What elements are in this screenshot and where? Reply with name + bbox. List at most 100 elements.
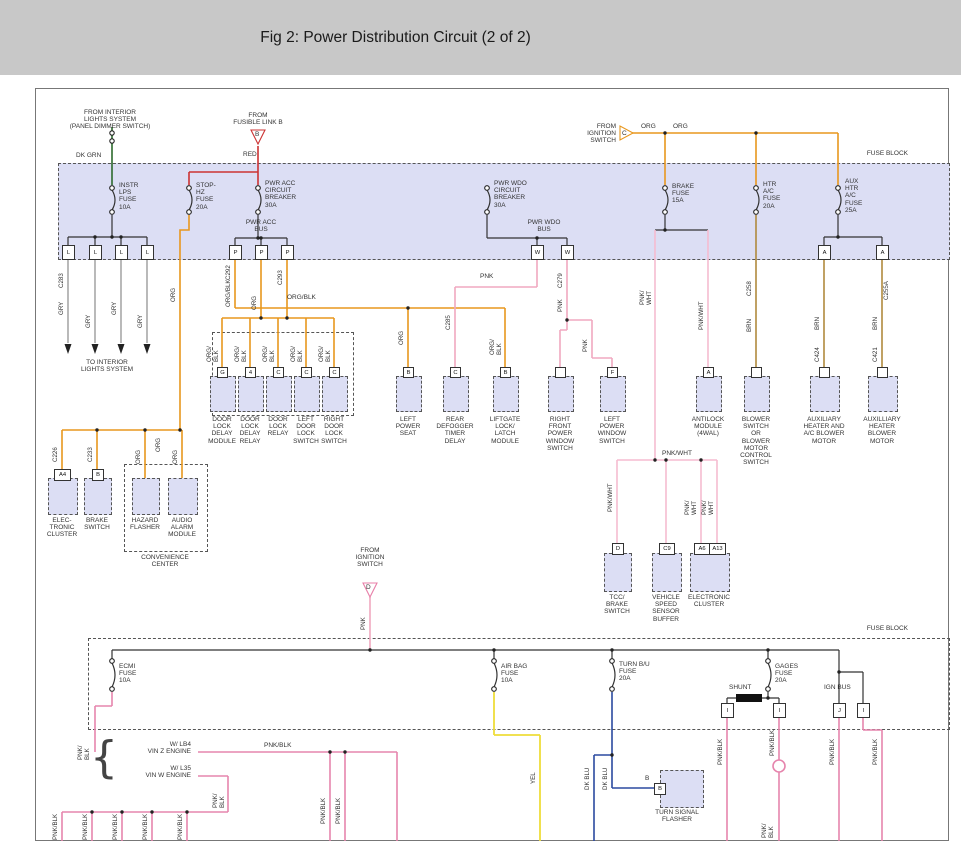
component-label: AUXILIARY HEATER AND A/C BLOWER MOTOR (797, 416, 851, 445)
component-pin (751, 367, 762, 378)
wire-label-pnkblk: PNK/BLK (830, 739, 837, 765)
wire-label-brn: BRN (747, 319, 754, 332)
wire-pnk (370, 258, 612, 650)
convenience-center-label: CONVENIENCE CENTER (133, 554, 197, 568)
component-pin: C (273, 367, 284, 378)
fuse-symbol-brake (663, 186, 668, 215)
component-pin (819, 367, 830, 378)
fuse-label-instr-lps: INSTR LPS FUSE 10A (119, 182, 139, 211)
wire-label-orgblk: ORG/ BLK (263, 346, 277, 362)
connector-label-c255a: C255A (884, 281, 891, 300)
component-label: AUDIO ALARM MODULE (162, 517, 202, 539)
ign-bus-label: IGN BUS (824, 684, 851, 691)
component-box-hazard-flasher (132, 478, 160, 515)
fuse-label-pwr-acc: PWR ACC CIRCUIT BREAKER 30A (265, 180, 296, 209)
triangle-letter-b: B (255, 131, 259, 138)
fuse-block2-pin-i3: I (857, 703, 870, 718)
fuse-symbol-htr-ac (754, 186, 759, 215)
fuse-block-pin-l1: L (62, 245, 75, 260)
component-pin: 4 (245, 367, 256, 378)
fuse-block-pin-l2: L (89, 245, 102, 260)
component-pin (877, 367, 888, 378)
wire-label-pnkwht: PNK/WHT (608, 483, 615, 512)
wire-label-pnkblk: PNK/ BLK (78, 746, 92, 760)
fuse-symbols-top (110, 186, 841, 215)
component-label: LIFTGATE LOCK/ LATCH MODULE (483, 416, 527, 445)
component-pin: A13 (709, 543, 726, 555)
wire-label-brn: BRN (815, 317, 822, 330)
inline-connector-icon (110, 139, 114, 143)
component-box-antilock-module (696, 376, 722, 412)
bus-label-pwr-wdo: PWR WDO BUS (522, 219, 566, 233)
wire-label-pnkblk: PNK/ BLK (762, 824, 776, 838)
component-box-blower-switch (744, 376, 770, 412)
wire-label-pnkblk: PNK/ BLK (213, 794, 227, 808)
breaker-symbol-pwr-acc (256, 186, 261, 215)
fuse-block-pin-p1: P (229, 245, 242, 260)
fuse-label-aux-htr: AUX HTR A/C FUSE 25A (845, 178, 862, 214)
component-pin: D (612, 543, 624, 555)
source-ignition-top: FROM IGNITION SWITCH (576, 123, 616, 145)
engine-variant-2: W/ L35 VIN W ENGINE (106, 765, 191, 779)
wire-label-orgblk: ORG/ BLK (490, 339, 504, 355)
wire-label-pnkwht: PNK/ WHT (640, 291, 654, 305)
bus-label-pwr-acc: PWR ACC BUS (239, 219, 283, 233)
triangle-letter-d: D (366, 584, 371, 591)
fuse-block-pin-a2: A (876, 245, 889, 260)
fuse-block2-pin-i2: I (773, 703, 786, 718)
component-box-rear-defogger (443, 376, 469, 412)
shunt-label: SHUNT (729, 684, 751, 691)
wire-loop-symbol (773, 760, 785, 772)
wire-label-pnkblk-h: PNK/BLK (264, 742, 291, 749)
wire-label-gry: GRY (112, 302, 119, 315)
wire-dk-blu (594, 692, 654, 841)
component-pin: G (217, 367, 228, 378)
fuse-block-pin-p3: P (281, 245, 294, 260)
fuse-block-pin-a1: A (818, 245, 831, 260)
component-label: ELEC- TRONIC CLUSTER (42, 517, 82, 539)
fuse-symbol-air-bag (492, 659, 497, 692)
wire-label-dkblu: DK BLU (603, 768, 610, 790)
component-box-door-lock-delay-relay (238, 376, 264, 412)
wire-label-org: ORG (171, 288, 178, 302)
wire-label-org: ORG (641, 123, 656, 130)
wire-brn (756, 215, 882, 367)
fuse-symbol-ecmi (110, 659, 115, 692)
component-box-aux-heater-ac-blower (810, 376, 840, 412)
component-box-vss-buffer (652, 553, 682, 592)
connector-label-c279: C279 (558, 273, 565, 288)
connector-label-c292: C292 (226, 265, 233, 280)
component-label: TCC/ BRAKE SWITCH (597, 594, 637, 616)
component-label: HAZARD FLASHER (125, 517, 165, 531)
component-pin: B (654, 783, 666, 795)
flasher-pin-callout: B (645, 775, 649, 782)
connector-label-c293: C293 (278, 270, 285, 285)
wire-gry (68, 258, 147, 343)
fuse-label-ecmi: ECMI FUSE 10A (119, 663, 136, 685)
component-pin: F (607, 367, 618, 378)
component-label: BRAKE SWITCH (77, 517, 117, 531)
wire-label-orgblk: ORG/ BLK (235, 346, 249, 362)
fuse-block-top-label: FUSE BLOCK (848, 150, 908, 157)
wire-label-pnkwht: PNK/ WHT (685, 501, 699, 515)
inline-connector-icon (110, 131, 114, 135)
wire-label-org: ORG (136, 450, 143, 464)
component-pin: A6 (694, 543, 710, 555)
fuse-symbol-aux-htr (836, 186, 841, 215)
wire-label-org: ORG (673, 123, 688, 130)
wire-label-pnkblk: PNK/BLK (770, 730, 777, 756)
wire-label-pnkwht: PNK/WHT (699, 301, 706, 330)
wire-label-orgblk: ORG/BLK (226, 279, 233, 307)
wire-label-org: ORG (252, 296, 259, 310)
component-box-aux-heater-blower (868, 376, 898, 412)
component-pin: B (403, 367, 414, 378)
component-box-liftgate-lock (493, 376, 519, 412)
wire-label-gry: GRY (59, 302, 66, 315)
wire-label-orgblk: ORG/ BLK (207, 346, 221, 362)
component-box-brake-switch (84, 478, 112, 515)
fuse-symbols-bottom (110, 659, 771, 692)
component-box-left-door-lock-switch (294, 376, 320, 412)
wire-label-red: RED (243, 151, 257, 158)
component-pin: A4 (54, 469, 71, 481)
to-interior-lights-label: TO INTERIOR LIGHTS SYSTEM (72, 359, 142, 373)
